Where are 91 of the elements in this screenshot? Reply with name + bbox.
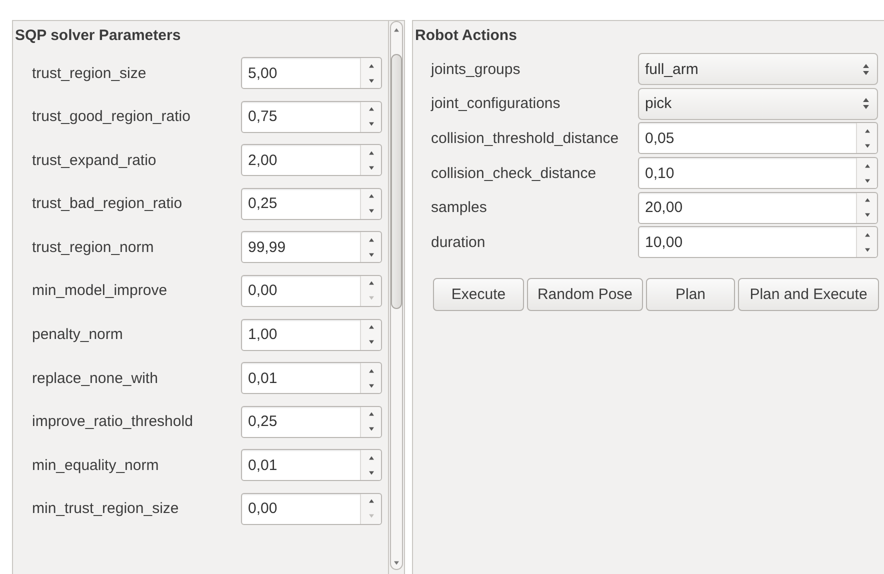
spin-value: 5,00 bbox=[247, 64, 278, 84]
down-arrow-icon bbox=[368, 384, 374, 388]
field-label: collision_threshold_distance bbox=[431, 130, 620, 147]
spin-value: 0,00 bbox=[247, 281, 278, 302]
spin-box[interactable]: 0,00 bbox=[241, 492, 382, 525]
spin-value: 0,10 bbox=[644, 164, 676, 184]
spin-value: 10,00 bbox=[644, 232, 684, 253]
up-arrow-icon[interactable] bbox=[394, 28, 399, 32]
combo-arrows-icon bbox=[863, 64, 869, 74]
field-label: joints_groups bbox=[431, 60, 522, 78]
spin-value: 0,00 bbox=[247, 499, 278, 520]
down-arrow-icon bbox=[368, 296, 374, 300]
combo-arrows-icon bbox=[863, 98, 869, 110]
up-arrow-icon bbox=[368, 368, 374, 373]
action-button[interactable]: Random Pose bbox=[527, 278, 643, 312]
down-arrow-icon[interactable] bbox=[394, 561, 399, 565]
parameter-label: min_trust_region_size bbox=[32, 500, 180, 518]
up-arrow-icon bbox=[368, 281, 374, 286]
panel-title: SQP solver Parameters bbox=[15, 27, 182, 44]
parameter-label: improve_ratio_threshold bbox=[32, 413, 194, 430]
spin-value: 2,00 bbox=[247, 150, 278, 171]
action-button[interactable]: Execute bbox=[433, 278, 524, 312]
parameter-label: min_equality_norm bbox=[32, 456, 160, 474]
field-label: joint_configurations bbox=[431, 95, 562, 112]
down-arrow-icon bbox=[368, 122, 374, 126]
up-arrow-icon bbox=[864, 198, 870, 202]
up-arrow-icon bbox=[864, 164, 870, 168]
spin-box[interactable]: 20,00 bbox=[638, 192, 878, 224]
spin-value: 0,05 bbox=[644, 128, 676, 149]
down-arrow-icon bbox=[864, 213, 870, 218]
combo-box[interactable]: full_arm bbox=[638, 53, 878, 85]
action-button[interactable]: Plan and Execute bbox=[738, 278, 879, 312]
spin-box[interactable]: 0,00 bbox=[241, 274, 382, 307]
spin-value: 0,01 bbox=[247, 368, 278, 389]
spin-box[interactable]: 0,75 bbox=[241, 100, 382, 133]
down-arrow-icon bbox=[368, 514, 374, 518]
down-arrow-icon bbox=[368, 470, 374, 475]
up-arrow-icon bbox=[368, 499, 374, 504]
spin-value: 0,01 bbox=[247, 456, 278, 476]
spin-value: 20,00 bbox=[644, 198, 684, 218]
spin-box[interactable]: 0,01 bbox=[241, 362, 382, 394]
down-arrow-icon bbox=[368, 427, 374, 432]
parameter-label: trust_region_size bbox=[32, 64, 148, 82]
down-arrow-icon bbox=[368, 166, 374, 170]
up-arrow-icon bbox=[368, 150, 374, 155]
spin-box[interactable]: 2,00 bbox=[241, 144, 382, 176]
parameter-label: penalty_norm bbox=[32, 326, 124, 344]
down-arrow-icon bbox=[368, 209, 374, 214]
spin-box[interactable]: 0,25 bbox=[241, 406, 382, 438]
parameter-label: trust_bad_region_ratio bbox=[32, 195, 184, 212]
combo-box[interactable]: pick bbox=[638, 88, 878, 120]
spin-box[interactable]: 0,05 bbox=[638, 122, 878, 154]
up-arrow-icon bbox=[368, 456, 374, 460]
scrollbar[interactable] bbox=[389, 20, 405, 574]
spin-box[interactable]: 1,00 bbox=[241, 318, 382, 351]
parameter-label: replace_none_with bbox=[32, 370, 159, 387]
spin-value: 0,75 bbox=[247, 107, 278, 128]
field-label: collision_check_distance bbox=[431, 164, 598, 182]
down-arrow-icon bbox=[368, 340, 374, 344]
parameter-label: trust_expand_ratio bbox=[32, 152, 158, 169]
field-label: samples bbox=[431, 199, 488, 216]
up-arrow-icon bbox=[368, 194, 374, 198]
spin-box[interactable]: 5,00 bbox=[241, 57, 382, 89]
spin-box[interactable]: 0,25 bbox=[241, 188, 382, 220]
spin-box[interactable]: 0,10 bbox=[638, 157, 878, 190]
spin-value: 99,99 bbox=[247, 238, 287, 258]
down-arrow-icon bbox=[864, 248, 870, 252]
spin-box[interactable]: 10,00 bbox=[638, 226, 878, 258]
down-arrow-icon bbox=[864, 178, 870, 183]
up-arrow-icon bbox=[368, 64, 374, 68]
field-label: duration bbox=[431, 234, 486, 251]
up-arrow-icon bbox=[864, 128, 870, 133]
up-arrow-icon bbox=[368, 325, 374, 330]
spin-value: 0,25 bbox=[247, 412, 278, 432]
up-arrow-icon bbox=[368, 107, 374, 112]
action-button[interactable]: Plan bbox=[646, 278, 735, 312]
down-arrow-icon bbox=[368, 78, 374, 82]
scrollbar-thumb[interactable] bbox=[391, 54, 402, 309]
panel-title: Robot Actions bbox=[415, 27, 518, 44]
down-arrow-icon bbox=[864, 144, 870, 148]
parameter-label: trust_good_region_ratio bbox=[32, 108, 192, 126]
parameter-label: min_model_improve bbox=[32, 282, 168, 300]
down-arrow-icon bbox=[368, 252, 374, 257]
spin-box[interactable]: 99,99 bbox=[241, 231, 382, 264]
up-arrow-icon bbox=[368, 412, 374, 416]
parameter-label: trust_region_norm bbox=[32, 238, 155, 256]
up-arrow-icon bbox=[864, 232, 870, 237]
spin-box[interactable]: 0,01 bbox=[241, 449, 382, 482]
spin-value: 0,25 bbox=[247, 194, 278, 214]
spin-value: 1,00 bbox=[247, 325, 278, 346]
up-arrow-icon bbox=[368, 238, 374, 242]
